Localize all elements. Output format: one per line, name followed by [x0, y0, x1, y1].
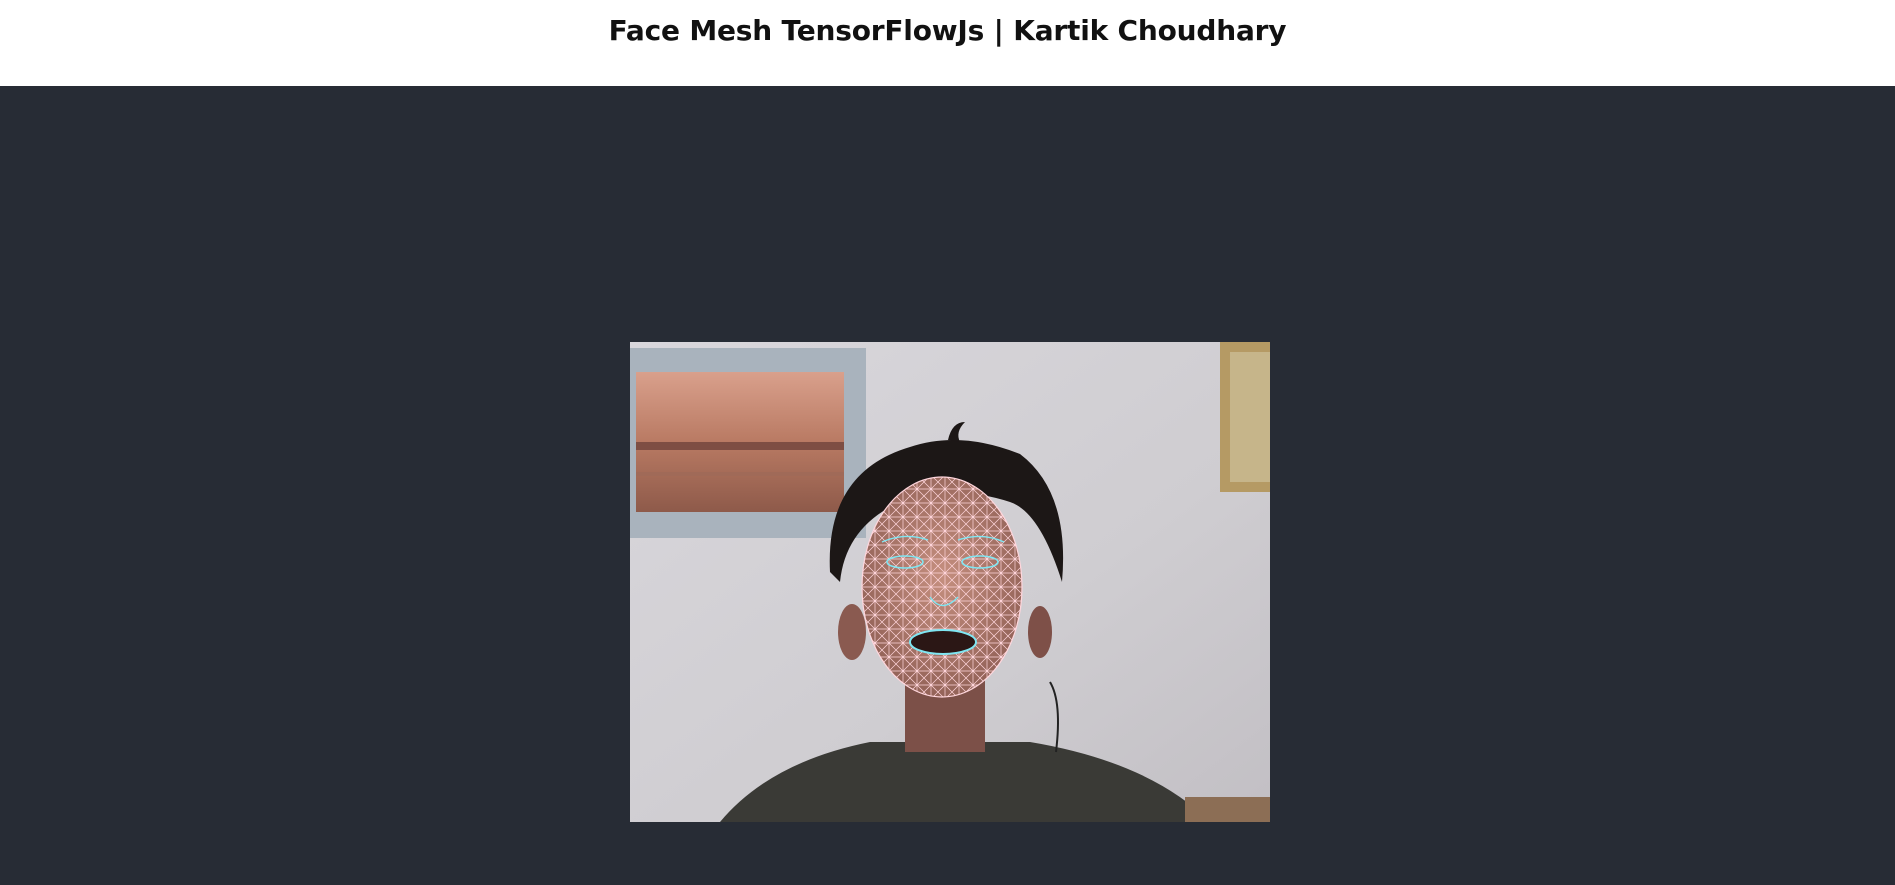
painting-right — [1220, 342, 1270, 492]
page-title: Face Mesh TensorFlowJs | Kartik Choudhar… — [608, 14, 1287, 47]
face-mesh-overlay — [861, 476, 1023, 698]
webcam-frame-svg — [630, 342, 1270, 822]
page-header: Face Mesh TensorFlowJs | Kartik Choudhar… — [0, 0, 1895, 86]
painting-left — [630, 348, 866, 538]
mouth-outline — [909, 629, 977, 655]
webcam-canvas — [630, 342, 1270, 822]
right-ear — [1028, 606, 1052, 658]
left-ear — [838, 604, 866, 660]
main-stage — [0, 86, 1895, 885]
desk-edge — [1185, 797, 1270, 822]
